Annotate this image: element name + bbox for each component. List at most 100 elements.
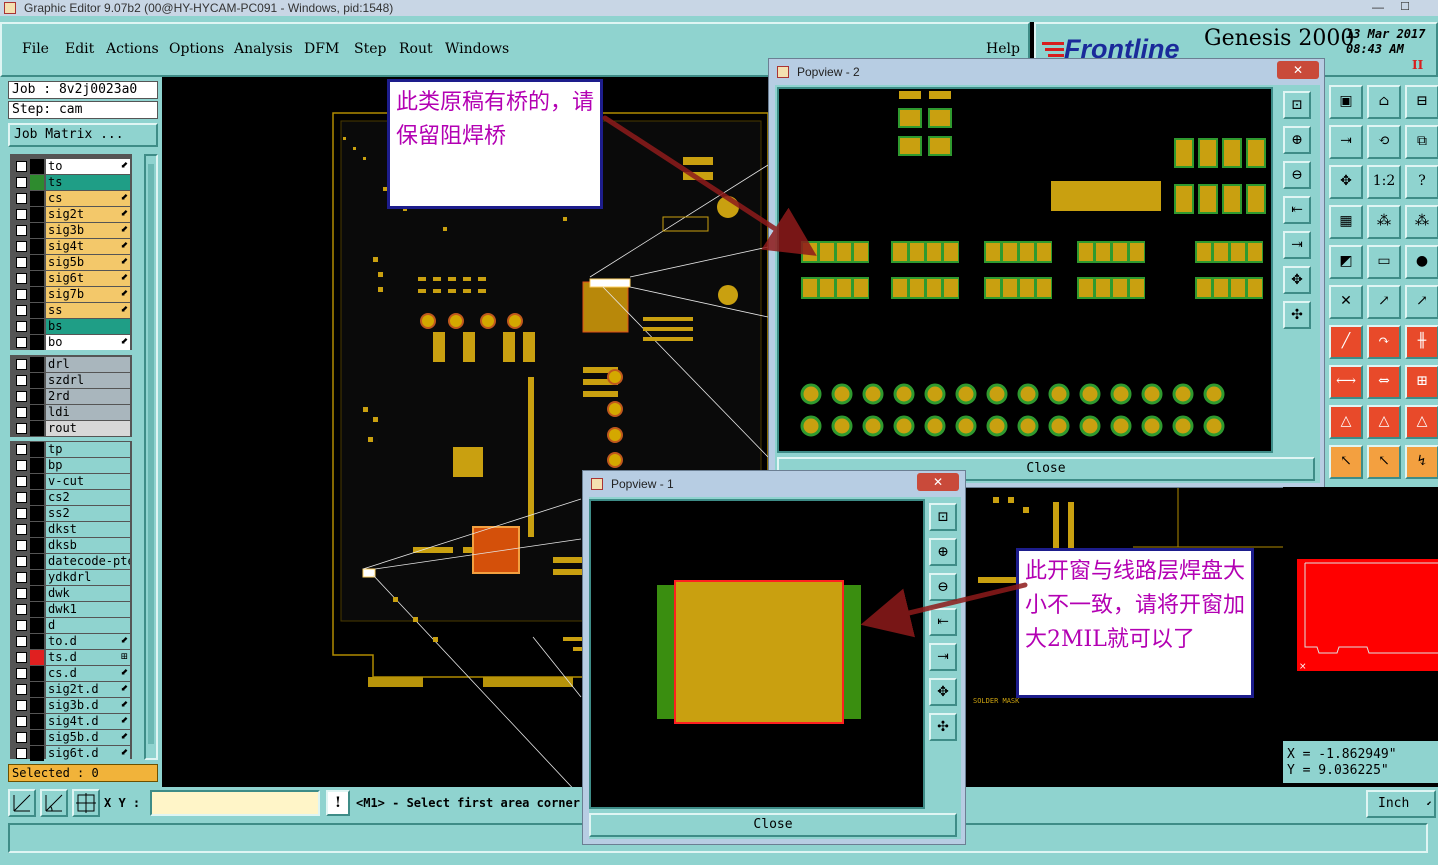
layer-name[interactable]: sig5b.d [46, 730, 130, 745]
net-icon[interactable]: ⁂ [1367, 205, 1401, 239]
layer-scrollbar[interactable] [144, 154, 158, 760]
layer-color-swatch[interactable] [30, 207, 44, 222]
layer-color-swatch[interactable] [30, 634, 44, 649]
layer-color-swatch[interactable] [30, 271, 44, 286]
layout-icon[interactable]: ⊟ [1405, 85, 1438, 119]
layer-name[interactable]: sig7b [46, 287, 130, 302]
layer-name[interactable]: datecode-pte [46, 554, 130, 569]
layer-name[interactable]: ss [46, 303, 130, 318]
layer-row[interactable]: datecode-pte [13, 554, 131, 569]
layer-checkbox[interactable] [16, 460, 27, 471]
layer-checkbox[interactable] [16, 241, 27, 252]
layer-row[interactable]: sig3b.d ⬋ [13, 698, 131, 713]
overview-map[interactable]: × [1297, 559, 1438, 671]
layer-color-swatch[interactable] [30, 522, 44, 537]
menu-edit[interactable]: Edit [65, 41, 94, 57]
layer-menu-icon[interactable]: ⬋ [120, 335, 128, 350]
layer-name[interactable]: sig6t [46, 271, 130, 286]
layer-checkbox[interactable] [16, 556, 27, 567]
layer-menu-icon[interactable]: ⬋ [120, 698, 128, 713]
layer-row[interactable]: dkst [13, 522, 131, 537]
layer-row[interactable]: bo ⬋ [13, 335, 131, 350]
layer-color-swatch[interactable] [30, 698, 44, 713]
layer-color-swatch[interactable] [30, 335, 44, 350]
layer-color-swatch[interactable] [30, 570, 44, 585]
layer-name[interactable]: to [46, 159, 130, 174]
layer-name[interactable]: 2rd [46, 389, 130, 404]
home-icon[interactable]: ⌂ [1367, 85, 1401, 119]
layer-color-swatch[interactable] [30, 421, 44, 436]
minimize-button[interactable]: — [1366, 0, 1390, 16]
units-dropdown[interactable]: Inch ⬋ [1366, 790, 1436, 818]
zoom-in-icon[interactable]: ⊕ [1283, 126, 1311, 154]
layer-color-swatch[interactable] [30, 714, 44, 729]
layer-checkbox[interactable] [16, 391, 27, 402]
layer-row[interactable]: rout [13, 421, 131, 436]
layer-checkbox[interactable] [16, 572, 27, 583]
popview-1-close-button[interactable]: Close [589, 813, 957, 837]
layer-row[interactable]: dksb [13, 538, 131, 553]
layer-color-swatch[interactable] [30, 458, 44, 473]
layer-row[interactable]: sig5b ⬋ [13, 255, 131, 270]
select-2-icon[interactable]: ↖ [1367, 445, 1401, 479]
layer-row[interactable]: sig6t.d ⬋ [13, 746, 131, 761]
pan-all-icon[interactable]: ✥ [1283, 266, 1311, 294]
layer-row[interactable]: sig2t.d ⬋ [13, 682, 131, 697]
layer-row[interactable]: v-cut [13, 474, 131, 489]
triangle-3-icon[interactable]: △ [1405, 405, 1438, 439]
layer-color-swatch[interactable] [30, 682, 44, 697]
layer-color-swatch[interactable] [30, 319, 44, 334]
layer-color-swatch[interactable] [30, 650, 44, 665]
layer-name[interactable]: sig4t.d [46, 714, 130, 729]
layer-row[interactable]: cs2 [13, 490, 131, 505]
layer-menu-icon[interactable]: ⬋ [120, 714, 128, 729]
pan-all-icon[interactable]: ✥ [929, 678, 957, 706]
layer-color-swatch[interactable] [30, 618, 44, 633]
layer-name[interactable]: sig2t.d [46, 682, 130, 697]
pan-left-icon[interactable]: ⇤ [1283, 196, 1311, 224]
layer-row[interactable]: dwk [13, 586, 131, 601]
help-icon[interactable]: ? [1405, 165, 1438, 199]
ruler-icon[interactable]: ▭ [1367, 245, 1401, 279]
layer-checkbox[interactable] [16, 700, 27, 711]
layer-row[interactable]: sig6t ⬋ [13, 271, 131, 286]
layer-color-swatch[interactable] [30, 303, 44, 318]
layer-row[interactable]: cs.d ⬋ [13, 666, 131, 681]
layer-menu-icon[interactable]: ⬋ [120, 287, 128, 302]
layer-row[interactable]: sig2t ⬋ [13, 207, 131, 222]
layer-menu-icon[interactable]: ⬋ [120, 191, 128, 206]
layer-menu-icon[interactable]: ⬋ [120, 682, 128, 697]
pad-icon[interactable]: ● [1405, 245, 1438, 279]
layer-name[interactable]: dwk1 [46, 602, 130, 617]
menu-windows[interactable]: Windows [445, 41, 509, 57]
layer-name[interactable]: bp [46, 458, 130, 473]
layer-menu-icon[interactable]: ⬋ [120, 271, 128, 286]
layer-menu-icon[interactable]: ⬋ [120, 634, 128, 649]
layer-color-swatch[interactable] [30, 666, 44, 681]
rotate-icon[interactable]: ↷ [1367, 325, 1401, 359]
layer-menu-icon[interactable]: ⬋ [120, 239, 128, 254]
layer-row[interactable]: ss ⬋ [13, 303, 131, 318]
snap-point-2-icon[interactable]: ↗ [1405, 285, 1438, 319]
layer-name[interactable]: bs [46, 319, 130, 334]
layer-color-swatch[interactable] [30, 373, 44, 388]
layer-checkbox[interactable] [16, 177, 27, 188]
layer-color-swatch[interactable] [30, 442, 44, 457]
layer-row[interactable]: ts [13, 175, 131, 190]
layer-color-swatch[interactable] [30, 191, 44, 206]
layer-name[interactable]: cs2 [46, 490, 130, 505]
popview-2-view[interactable] [777, 87, 1273, 453]
layer-checkbox[interactable] [16, 257, 27, 268]
layer-name[interactable]: cs.d [46, 666, 130, 681]
layer-checkbox[interactable] [16, 716, 27, 727]
layer-name[interactable]: ydkdrl [46, 570, 130, 585]
triangle-2-icon[interactable]: △ [1367, 405, 1401, 439]
layer-row[interactable]: sig4t.d ⬋ [13, 714, 131, 729]
layer-name[interactable]: d [46, 618, 130, 633]
move-icon[interactable]: ⟷ [1329, 365, 1363, 399]
layer-name[interactable]: drl [46, 357, 130, 372]
layer-checkbox[interactable] [16, 337, 27, 348]
layer-checkbox[interactable] [16, 289, 27, 300]
layer-row[interactable]: sig3b ⬋ [13, 223, 131, 238]
menu-analysis[interactable]: Analysis [234, 41, 293, 57]
